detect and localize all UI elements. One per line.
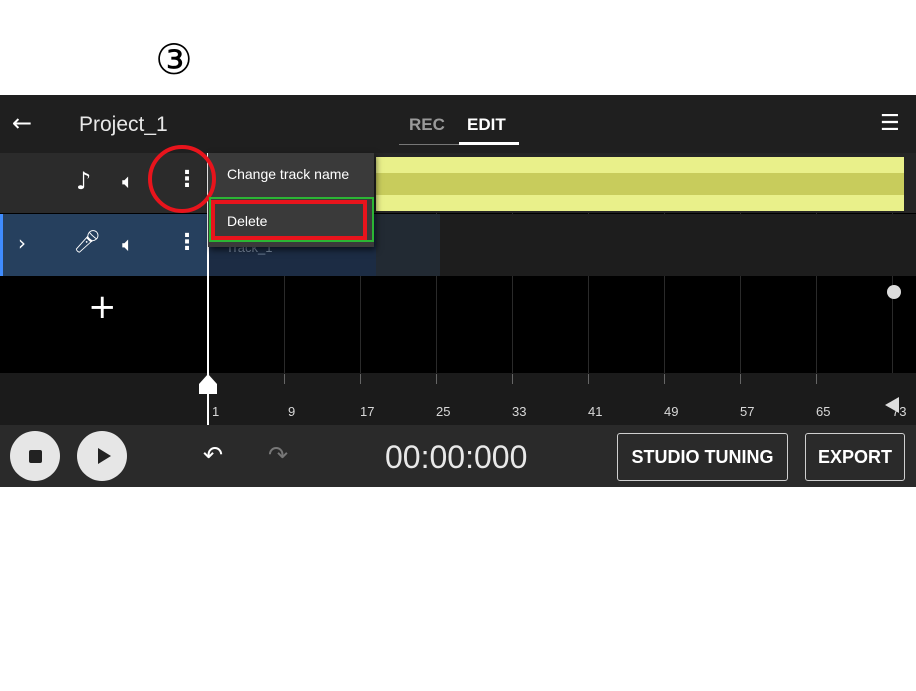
- arrow-left-icon[interactable]: ←: [12, 109, 32, 137]
- chevron-right-icon[interactable]: ›: [18, 231, 26, 255]
- end-marker[interactable]: [885, 397, 899, 413]
- ruler-label: 25: [436, 404, 451, 419]
- waveform-body: [376, 173, 904, 195]
- step-number-label: ③: [155, 34, 193, 84]
- ruler-label: 33: [512, 404, 527, 419]
- menu-item-change-track-name[interactable]: Change track name: [227, 166, 349, 182]
- ruler-tick: [512, 374, 513, 384]
- active-tab-indicator: [459, 142, 519, 145]
- export-button[interactable]: EXPORT: [805, 433, 905, 481]
- track-header-2[interactable]: › 🎤︎ 🔈︎ ⋮: [0, 214, 208, 276]
- annotation-red-box: [211, 200, 367, 240]
- ruler-label: 9: [288, 404, 296, 419]
- time-display: 00:00:000: [385, 439, 528, 475]
- stop-icon: [28, 449, 42, 463]
- timeline-ruler[interactable]: ☷: [0, 373, 916, 691]
- tab-edit[interactable]: EDIT: [467, 115, 506, 135]
- ruler-label: 65: [816, 404, 831, 419]
- recording-clip-tail[interactable]: [376, 214, 440, 276]
- play-icon: [97, 448, 111, 464]
- ruler-label: 57: [740, 404, 755, 419]
- selected-track-accent: [0, 214, 3, 276]
- ruler-tick: [664, 374, 665, 384]
- app-window: ← Project_1 REC EDIT ☰ ♪ 🔈︎ ⋮ › 🎤︎ 🔈︎ ⋮ …: [0, 95, 916, 691]
- microphone-icon: 🎤︎: [73, 230, 101, 255]
- ruler-label: 49: [664, 404, 679, 419]
- ruler-tick: [284, 374, 285, 384]
- hamburger-icon[interactable]: ☰: [880, 111, 900, 136]
- scroll-handle[interactable]: [887, 285, 901, 299]
- ruler-label: 17: [360, 404, 375, 419]
- annotation-circle: [148, 145, 216, 213]
- sliders-icon[interactable]: ☷: [91, 666, 111, 691]
- more-vertical-icon[interactable]: ⋮: [176, 230, 198, 255]
- music-note-icon: ♪: [76, 167, 92, 195]
- transport-bar: ↶ ↷ 00:00:000 STUDIO TUNING EXPORT: [0, 425, 916, 487]
- ruler-tick: [740, 374, 741, 384]
- plus-icon[interactable]: +: [88, 287, 117, 327]
- tab-rec[interactable]: REC: [409, 115, 445, 135]
- redo-icon[interactable]: ↷: [268, 441, 288, 469]
- ruler-tick: [436, 374, 437, 384]
- play-button[interactable]: [77, 431, 127, 481]
- ruler-label: 1: [212, 404, 220, 419]
- undo-icon[interactable]: ↶: [203, 441, 223, 469]
- ruler-tick: [588, 374, 589, 384]
- ruler-tick: [816, 374, 817, 384]
- project-title: Project_1: [79, 113, 168, 136]
- top-bar: ← Project_1 REC EDIT ☰: [0, 95, 916, 153]
- speaker-icon[interactable]: 🔈︎: [122, 169, 134, 193]
- studio-tuning-button[interactable]: STUDIO TUNING: [617, 433, 788, 481]
- ruler-tick: [360, 374, 361, 384]
- ruler-label: 41: [588, 404, 603, 419]
- speaker-icon[interactable]: 🔈︎: [122, 232, 134, 256]
- stop-button[interactable]: [10, 431, 60, 481]
